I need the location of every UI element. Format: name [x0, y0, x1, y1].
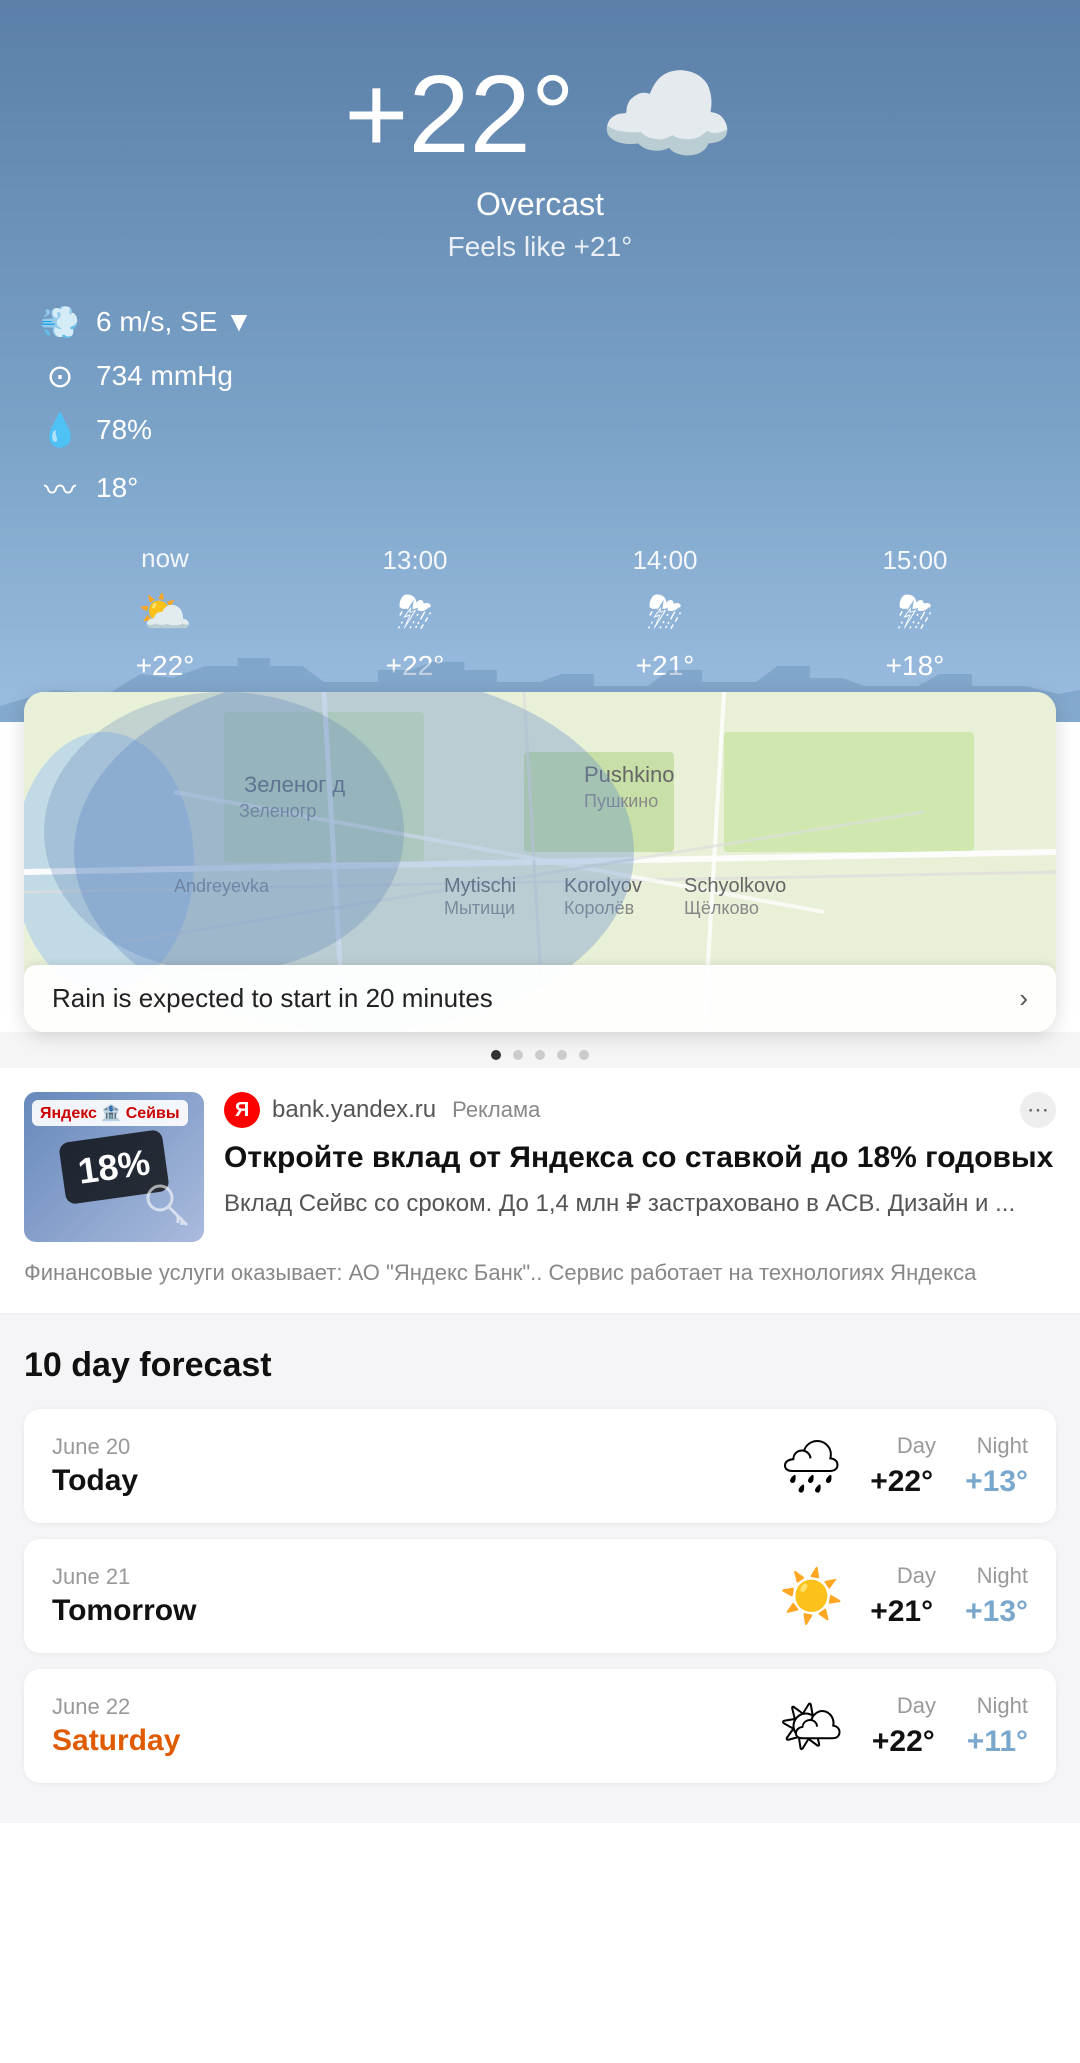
- forecast-date-sub-tomorrow: June 21: [52, 1564, 763, 1590]
- ad-inner: Яндекс 🏦 Сейвы 18% Я bank.yandex.ru Рекл…: [24, 1092, 1056, 1242]
- dot-4[interactable]: [557, 1050, 567, 1060]
- pressure-icon: ⊙: [40, 357, 80, 395]
- hour-icon-now: ⛅: [138, 586, 193, 638]
- night-header-label-2: Night: [968, 1563, 1028, 1589]
- hour-label-15: 15:00: [882, 545, 947, 576]
- pressure-value: 734 mmHg: [96, 360, 233, 392]
- ad-content: Я bank.yandex.ru Реклама ⋯ Откройте вкла…: [224, 1092, 1056, 1221]
- ad-disclaimer: Финансовые услуги оказывает: АО "Яндекс …: [24, 1256, 1056, 1289]
- ad-title: Откройте вклад от Яндекса со ставкой до …: [224, 1138, 1056, 1177]
- wave-icon: 〰: [40, 465, 80, 511]
- humidity-value: 78%: [96, 414, 152, 446]
- hour-label-now: now: [141, 543, 189, 574]
- humidity-stat: 💧 78%: [40, 411, 1040, 449]
- dot-3[interactable]: [535, 1050, 545, 1060]
- forecast-icon-today: 🌧: [778, 1436, 844, 1497]
- svg-text:Щёлково: Щёлково: [684, 898, 759, 918]
- yandex-logo: Я: [224, 1092, 260, 1128]
- ad-site: bank.yandex.ru: [272, 1096, 436, 1124]
- forecast-card-tomorrow[interactable]: June 21 Tomorrow ☀️ Day Night +21° +13°: [24, 1539, 1056, 1653]
- night-temp-tomorrow: +13°: [965, 1595, 1028, 1629]
- forecast-date-sub-saturday: June 22: [52, 1694, 762, 1720]
- hour-icon-13: ⛈: [397, 588, 432, 638]
- night-header-label-3: Night: [968, 1693, 1028, 1719]
- dot-1[interactable]: [491, 1050, 501, 1060]
- map-section[interactable]: Зеленог д Зеленогр Pushkino Пушкино Myti…: [24, 692, 1056, 1032]
- dot-5[interactable]: [579, 1050, 589, 1060]
- map-placeholder[interactable]: Зеленог д Зеленогр Pushkino Пушкино Myti…: [24, 692, 1056, 1032]
- dot-2[interactable]: [513, 1050, 523, 1060]
- wave-stat: 〰 18°: [40, 465, 1040, 511]
- weather-hero: +22° ☁️ Overcast Feels like +21° 💨 6 m/s…: [0, 0, 1080, 722]
- ad-description: Вклад Сейвс со сроком. До 1,4 млн ₽ заст…: [224, 1187, 1056, 1221]
- map-arrow-icon[interactable]: ›: [1019, 983, 1028, 1014]
- forecast-temps-tomorrow: Day Night +21° +13°: [868, 1563, 1028, 1629]
- hourly-forecast-strip: now ⛅ +22° 13:00 ⛈ +22° 14:00 ⛈ +21° 15:…: [40, 543, 1040, 682]
- forecast-right-today: 🌧 Day Night +22° +13°: [778, 1433, 1028, 1499]
- key-icon: [142, 1180, 192, 1230]
- svg-text:Schyolkovo: Schyolkovo: [684, 875, 786, 897]
- hour-label-14: 14:00: [632, 545, 697, 576]
- day-header-label: Day: [876, 1433, 936, 1459]
- weather-description: Overcast: [40, 186, 1040, 223]
- hour-col-13: 13:00 ⛈ +22°: [290, 545, 540, 682]
- ad-source-row: Я bank.yandex.ru Реклама ⋯: [224, 1092, 1056, 1128]
- pressure-stat: ⊙ 734 mmHg: [40, 357, 1040, 395]
- forecast-date-col-saturday: June 22 Saturday: [52, 1694, 762, 1758]
- forecast-right-saturday: 🌤 Day Night +22° +11°: [778, 1693, 1028, 1759]
- forecast-right-tomorrow: ☀️ Day Night +21° +13°: [779, 1563, 1028, 1629]
- forecast-card-today[interactable]: June 20 Today 🌧 Day Night +22° +13°: [24, 1409, 1056, 1523]
- wind-stat: 💨 6 m/s, SE ▼: [40, 303, 1040, 341]
- night-temp-today: +13°: [965, 1465, 1028, 1499]
- forecast-temps-today: Day Night +22° +13°: [868, 1433, 1028, 1499]
- forecast-day-label-tomorrow: Tomorrow: [52, 1594, 763, 1628]
- day-temp-today: +22°: [870, 1465, 933, 1499]
- night-header-label: Night: [968, 1433, 1028, 1459]
- map-rain-text: Rain is expected to start in 20 minutes: [52, 983, 493, 1014]
- hour-icon-14: ⛈: [647, 588, 682, 638]
- day-header-label-3: Day: [876, 1693, 936, 1719]
- ad-image: Яндекс 🏦 Сейвы 18%: [24, 1092, 204, 1242]
- day-temp-tomorrow: +21°: [870, 1595, 933, 1629]
- weather-main-row: +22° ☁️: [40, 60, 1040, 170]
- forecast-temps-saturday: Day Night +22° +11°: [868, 1693, 1028, 1759]
- feels-like: Feels like +21°: [40, 231, 1040, 263]
- pagination-dots: [0, 1032, 1080, 1068]
- ad-logo-tag: Яндекс 🏦 Сейвы: [32, 1100, 188, 1126]
- forecast-day-label-saturday: Saturday: [52, 1724, 762, 1758]
- wave-value: 18°: [96, 472, 138, 504]
- forecast-icon-tomorrow: ☀️: [779, 1566, 844, 1627]
- map-rain-notice[interactable]: Rain is expected to start in 20 minutes …: [24, 965, 1056, 1032]
- current-temperature: +22°: [344, 60, 575, 170]
- forecast-date-sub-today: June 20: [52, 1434, 762, 1460]
- cloud-icon: ☁️: [599, 60, 736, 170]
- forecast-date-col-tomorrow: June 21 Tomorrow: [52, 1564, 763, 1628]
- forecast-day-label-today: Today: [52, 1464, 762, 1498]
- night-temp-saturday: +11°: [967, 1725, 1028, 1759]
- hour-icon-15: ⛈: [897, 588, 932, 638]
- wind-value: 6 m/s, SE ▼: [96, 306, 253, 338]
- forecast-section: 10 day forecast June 20 Today 🌧 Day Nigh…: [0, 1314, 1080, 1823]
- ad-menu-button[interactable]: ⋯: [1020, 1092, 1056, 1128]
- humidity-icon: 💧: [40, 411, 80, 449]
- hour-label-13: 13:00: [382, 545, 447, 576]
- hour-col-14: 14:00 ⛈ +21°: [540, 545, 790, 682]
- hour-col-15: 15:00 ⛈ +18°: [790, 545, 1040, 682]
- ad-section[interactable]: Яндекс 🏦 Сейвы 18% Я bank.yandex.ru Рекл…: [0, 1068, 1080, 1314]
- weather-stats: 💨 6 m/s, SE ▼ ⊙ 734 mmHg 💧 78% 〰 18°: [40, 303, 1040, 511]
- day-header-label-2: Day: [876, 1563, 936, 1589]
- day-temp-saturday: +22°: [872, 1725, 935, 1759]
- forecast-icon-saturday: 🌤: [778, 1696, 844, 1757]
- wind-icon: 💨: [40, 303, 80, 341]
- forecast-date-col-today: June 20 Today: [52, 1434, 762, 1498]
- forecast-title: 10 day forecast: [24, 1346, 1056, 1385]
- forecast-card-saturday[interactable]: June 22 Saturday 🌤 Day Night +22° +11°: [24, 1669, 1056, 1783]
- ad-label: Реклама: [452, 1097, 540, 1123]
